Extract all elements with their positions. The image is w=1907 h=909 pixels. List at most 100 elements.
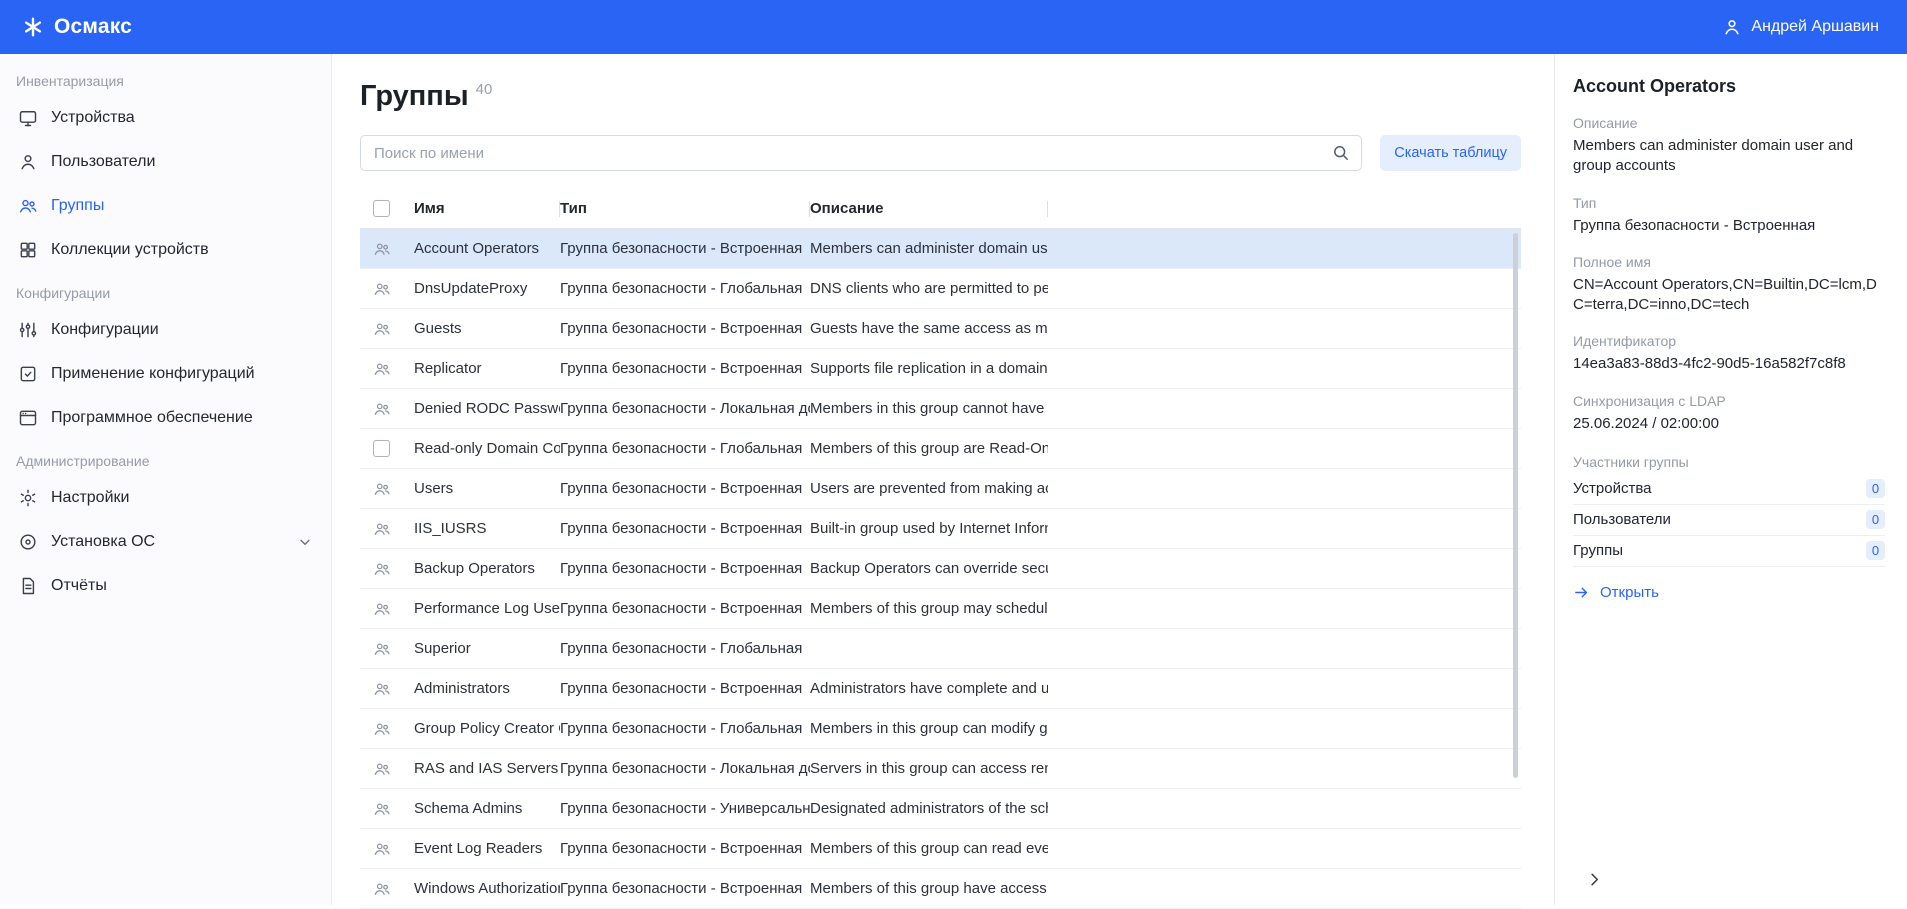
group-icon: [373, 400, 391, 418]
cell-description: Designated administrators of the schema: [810, 800, 1048, 817]
sidebar-item-label: Устройства: [51, 109, 135, 127]
open-group-link[interactable]: Открыть: [1573, 584, 1659, 601]
group-icon: [373, 840, 391, 858]
cell-description: Built-in group used by Internet Informat…: [810, 520, 1048, 537]
sidebar-item-label: Пользователи: [51, 153, 155, 171]
collapse-panel-chevron-right-icon[interactable]: [1585, 870, 1604, 889]
group-icon: [373, 320, 391, 338]
table-row[interactable]: Replicator Группа безопасности - Встроен…: [360, 349, 1521, 389]
cell-name: Users: [414, 480, 560, 497]
sidebar-item-apply-configurations[interactable]: Применение конфигураций: [0, 352, 331, 396]
sidebar-item-configurations[interactable]: Конфигурации: [0, 308, 331, 352]
field-label: Полное имя: [1573, 254, 1885, 270]
cell-description: Users are prevented from making accident…: [810, 480, 1048, 497]
sidebar-item-label: Коллекции устройств: [51, 241, 209, 259]
download-table-button[interactable]: Скачать таблицу: [1380, 135, 1521, 171]
cell-type: Группа безопасности - Встроенная: [560, 240, 810, 257]
cell-type: Группа безопасности - Глобальная: [560, 720, 810, 737]
cell-type: Группа безопасности - Встроенная: [560, 520, 810, 537]
table-row[interactable]: Windows Authorization Access Group Групп…: [360, 869, 1521, 909]
table-row[interactable]: Denied RODC Password Replication Group Г…: [360, 389, 1521, 429]
sidebar-item-users[interactable]: Пользователи: [0, 140, 331, 184]
field-value: CN=Account Operators,CN=Builtin,DC=lcm,D…: [1573, 275, 1885, 316]
field-value: Группа безопасности - Встроенная: [1573, 216, 1885, 236]
members-row-users[interactable]: Пользователи 0: [1573, 505, 1885, 536]
user-menu[interactable]: Андрей Аршавин: [1722, 17, 1879, 37]
field-ldap-sync: Синхронизация с LDAP 25.06.2024 / 02:00:…: [1573, 393, 1885, 434]
sidebar-item-label: Конфигурации: [51, 321, 159, 339]
count-badge: 0: [1866, 479, 1885, 498]
cell-name: Performance Log Users: [414, 600, 560, 617]
field-value: 14ea3a83-88d3-4fc2-90d5-16a582f7c8f8: [1573, 354, 1885, 374]
group-icon: [373, 280, 391, 298]
row-checkbox[interactable]: [373, 440, 390, 457]
table-row[interactable]: RAS and IAS Servers Группа безопасности …: [360, 749, 1521, 789]
cell-type: Группа безопасности - Встроенная: [560, 560, 810, 577]
table-row[interactable]: Users Группа безопасности - Встроенная U…: [360, 469, 1521, 509]
field-type: Тип Группа безопасности - Встроенная: [1573, 195, 1885, 236]
table-row[interactable]: IIS_IUSRS Группа безопасности - Встроенн…: [360, 509, 1521, 549]
details-title: Account Operators: [1573, 76, 1885, 97]
sliders-icon: [18, 320, 38, 340]
user-name: Андрей Аршавин: [1751, 18, 1879, 36]
table-row[interactable]: Group Policy Creator Owners Группа безоп…: [360, 709, 1521, 749]
cell-type: Группа безопасности - Встроенная: [560, 840, 810, 857]
table-row[interactable]: DnsUpdateProxy Группа безопасности - Гло…: [360, 269, 1521, 309]
cell-name: IIS_IUSRS: [414, 520, 560, 537]
group-icon: [373, 600, 391, 618]
table-row[interactable]: Administrators Группа безопасности - Вст…: [360, 669, 1521, 709]
sidebar-section-inventory: Инвентаризация: [0, 60, 331, 96]
cell-name: Group Policy Creator Owners: [414, 720, 560, 737]
cell-description: Servers in this group can access remote …: [810, 760, 1048, 777]
group-members: Участники группы Устройства 0 Пользовате…: [1573, 454, 1885, 567]
brand: Осмакс: [22, 15, 132, 39]
cell-name: Replicator: [414, 360, 560, 377]
select-all-checkbox[interactable]: [373, 200, 390, 217]
sidebar-item-label: Группы: [51, 197, 104, 215]
members-row-devices[interactable]: Устройства 0: [1573, 474, 1885, 505]
monitor-icon: [18, 108, 38, 128]
user-icon: [18, 152, 38, 172]
table-row[interactable]: Account Operators Группа безопасности - …: [360, 229, 1521, 269]
column-header-type: Тип: [560, 189, 810, 228]
sidebar-item-software[interactable]: Программное обеспечение: [0, 396, 331, 440]
sidebar-item-label: Настройки: [51, 489, 129, 507]
members-row-groups[interactable]: Группы 0: [1573, 536, 1885, 567]
user-avatar-icon: [1722, 17, 1742, 37]
member-row-label: Пользователи: [1573, 511, 1671, 528]
table-row[interactable]: Read-only Domain Controllers Группа безо…: [360, 429, 1521, 469]
search-icon[interactable]: [1331, 143, 1350, 162]
table-row[interactable]: Superior Группа безопасности - Глобальна…: [360, 629, 1521, 669]
cell-description: Members can administer domain user and g…: [810, 240, 1048, 257]
table-row[interactable]: Event Log Readers Группа безопасности - …: [360, 829, 1521, 869]
search-input[interactable]: [360, 135, 1362, 171]
header-checkbox-cell: [360, 200, 414, 217]
table-row[interactable]: Guests Группа безопасности - Встроенная …: [360, 309, 1521, 349]
sidebar-item-devices[interactable]: Устройства: [0, 96, 331, 140]
sidebar-item-os-install[interactable]: Установка ОС: [0, 520, 331, 564]
field-label: Описание: [1573, 115, 1885, 131]
table-row[interactable]: Backup Operators Группа безопасности - В…: [360, 549, 1521, 589]
page-title: Группы40: [360, 80, 1554, 113]
cell-name: Schema Admins: [414, 800, 560, 817]
table-row[interactable]: Performance Log Users Группа безопасност…: [360, 589, 1521, 629]
cell-name: DnsUpdateProxy: [414, 280, 560, 297]
details-panel: Account Operators Описание Members can a…: [1554, 54, 1907, 905]
os-install-icon: [18, 532, 38, 552]
cell-description: Administrators have complete and unrestr…: [810, 680, 1048, 697]
sidebar-item-settings[interactable]: Настройки: [0, 476, 331, 520]
sidebar-item-label: Программное обеспечение: [51, 409, 253, 427]
group-icon: [373, 640, 391, 658]
cell-type: Группа безопасности - Глобальная: [560, 640, 810, 657]
count-badge: 0: [1866, 541, 1885, 560]
group-icon: [373, 240, 391, 258]
table-scrollbar[interactable]: [1513, 233, 1518, 778]
cell-type: Группа безопасности - Встроенная: [560, 480, 810, 497]
sidebar-item-groups[interactable]: Группы: [0, 184, 331, 228]
sidebar: Инвентаризация Устройства Пользователи Г…: [0, 54, 332, 905]
sidebar-item-reports[interactable]: Отчёты: [0, 564, 331, 608]
field-description: Описание Members can administer domain u…: [1573, 115, 1885, 177]
table-row[interactable]: Schema Admins Группа безопасности - Унив…: [360, 789, 1521, 829]
sidebar-item-device-collections[interactable]: Коллекции устройств: [0, 228, 331, 272]
field-label: Тип: [1573, 195, 1885, 211]
